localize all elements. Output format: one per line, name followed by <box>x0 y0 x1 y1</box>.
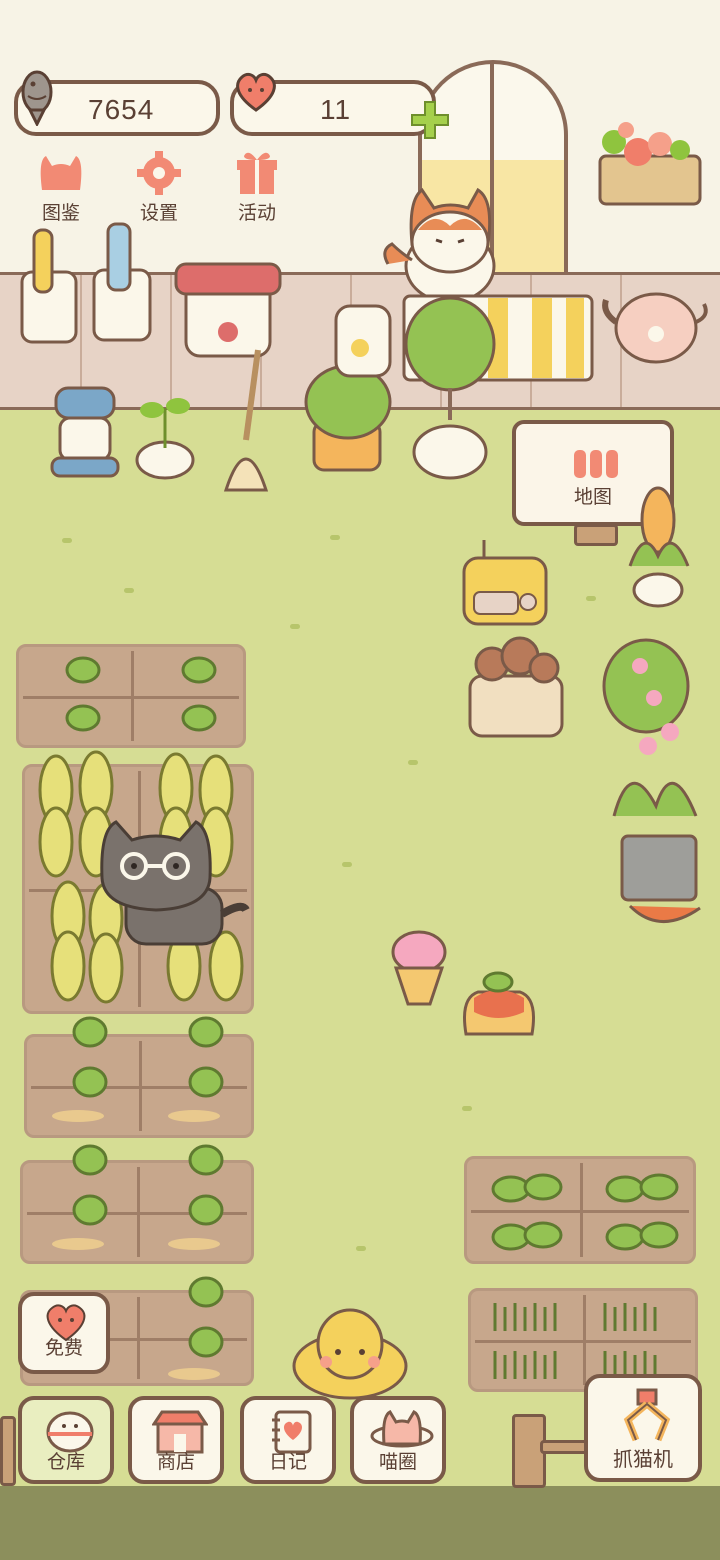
heart-count: 11 <box>320 94 352 125</box>
flower-box-decoration[interactable] <box>584 112 708 212</box>
grey-cat-character[interactable] <box>96 818 252 948</box>
shop-label: 商店 <box>156 1451 195 1473</box>
cat-circle-nav-button[interactable]: 喵圈 <box>350 1396 446 1484</box>
events-button[interactable]: 活动 <box>220 146 294 230</box>
plus-icon[interactable] <box>408 98 452 142</box>
topiary-plant-decoration[interactable] <box>402 292 498 482</box>
fence-rail <box>540 1440 590 1454</box>
catalog-button[interactable]: 图鉴 <box>24 146 98 230</box>
ground-strip <box>0 1486 720 1560</box>
lantern-decoration[interactable] <box>44 358 126 488</box>
fence-icon <box>574 450 618 478</box>
diary-nav-button[interactable]: 日记 <box>240 1396 336 1484</box>
claw-machine-label: 抓猫机 <box>613 1447 673 1471</box>
umbrella-cup-decoration[interactable] <box>90 198 156 348</box>
gift-icon <box>237 152 277 194</box>
mushroom-basket-decoration[interactable] <box>462 630 572 740</box>
radio-decoration[interactable] <box>460 536 550 632</box>
broom-decoration[interactable] <box>206 340 286 500</box>
free-label: 免费 <box>44 1337 83 1359</box>
ice-cream-decoration[interactable] <box>388 928 450 1008</box>
straw-hat-decoration[interactable] <box>290 1300 410 1400</box>
farm-plot[interactable] <box>16 644 246 748</box>
gear-icon <box>137 151 181 195</box>
umbrella-cup-decoration[interactable] <box>16 220 82 350</box>
sprout-pot-decoration[interactable] <box>130 388 200 488</box>
seedling-icon <box>181 656 217 684</box>
shop-nav-button[interactable]: 商店 <box>128 1396 224 1484</box>
flower-pot-decoration[interactable] <box>600 636 712 936</box>
game-scene: 7654 11 图鉴 设置 活动 地图 免费 仓库 商店 日记 喵圈 抓猫机 <box>0 0 720 1560</box>
seedling-icon <box>65 656 101 684</box>
heart-icon <box>236 72 276 112</box>
cat-book-icon <box>40 156 82 190</box>
claw-icon <box>623 1388 671 1442</box>
storage-nav-button[interactable]: 仓库 <box>18 1396 114 1484</box>
orange-cat-character[interactable] <box>378 180 508 308</box>
fence-post <box>0 1416 16 1486</box>
events-label: 活动 <box>237 202 276 224</box>
cat-circle-label: 喵圈 <box>378 1451 417 1473</box>
honey-jar-decoration[interactable] <box>330 292 396 382</box>
teapot-decoration[interactable] <box>600 276 712 368</box>
sign-post <box>574 524 618 546</box>
farm-plot[interactable] <box>464 1156 696 1264</box>
leafy-crop <box>491 1173 679 1251</box>
fish-icon <box>21 70 53 126</box>
seedling-icon <box>65 704 101 732</box>
free-reward-button[interactable]: 免费 <box>18 1292 110 1374</box>
diary-label: 日记 <box>268 1451 307 1473</box>
corn-plant-decoration[interactable] <box>624 486 694 610</box>
storage-label: 仓库 <box>46 1451 85 1473</box>
pudding-decoration[interactable] <box>458 968 540 1044</box>
fish-count: 7654 <box>88 94 155 125</box>
seedling-icon <box>181 704 217 732</box>
claw-machine-button[interactable]: 抓猫机 <box>584 1374 702 1482</box>
